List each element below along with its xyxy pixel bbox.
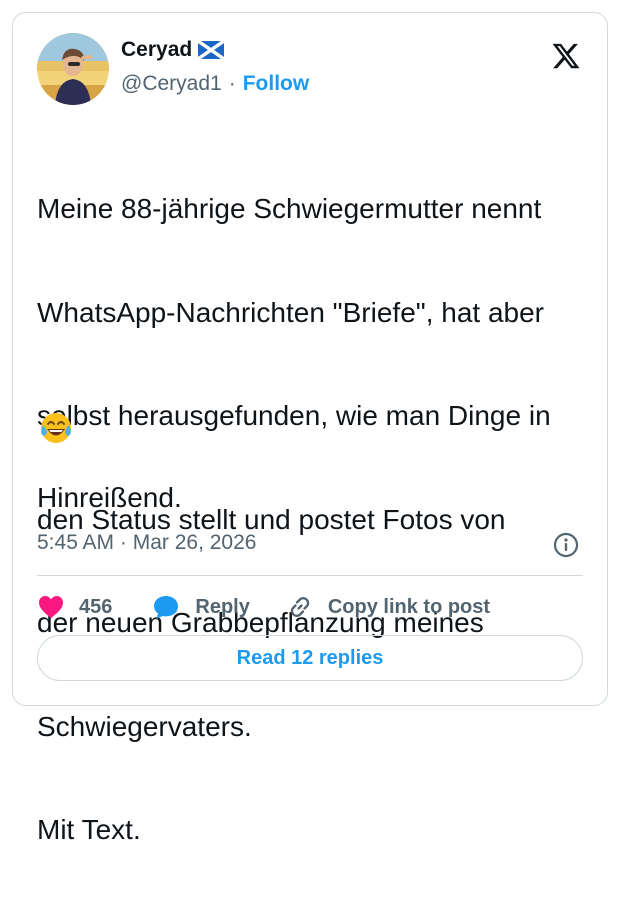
reply-label: Reply [195, 595, 250, 618]
speech-bubble-icon [152, 594, 180, 620]
heart-icon [37, 594, 65, 620]
avatar-image [37, 33, 109, 105]
author-name-row: Ceryad [121, 37, 226, 63]
divider [37, 575, 583, 576]
action-bar: 456 Reply Copy link to post [37, 590, 490, 624]
avatar[interactable] [37, 33, 109, 105]
author-handle-row: @Ceryad1 · Follow [121, 71, 309, 97]
reply-button[interactable]: Reply [152, 594, 250, 620]
x-logo-icon[interactable] [551, 41, 581, 71]
tweet-card: Ceryad @Ceryad1 · Follow Meine 88-jährig… [12, 12, 608, 845]
tweet-text-line: Schwiegervaters. [37, 710, 252, 742]
tweet-text-line: Mit Text. [37, 814, 141, 845]
tweet-text-line: Meine 88-jährige Schwiegermutter nennt [37, 193, 542, 224]
display-name[interactable]: Ceryad [121, 38, 192, 62]
separator-dot: · [228, 72, 236, 95]
tears-of-joy-emoji-icon [39, 411, 73, 445]
tweet-text-line: selbst herausgefunden, wie man Dinge in [37, 400, 551, 431]
link-icon [286, 593, 314, 621]
like-button[interactable]: 456 [37, 594, 112, 620]
tweet-timestamp[interactable]: 5:45 AM · Mar 26, 2026 [37, 531, 256, 555]
info-icon[interactable] [553, 532, 579, 558]
author-handle[interactable]: @Ceryad1 [121, 72, 222, 96]
follow-button[interactable]: Follow [243, 72, 310, 96]
tweet-text: Meine 88-jährige Schwiegermutter nennt W… [37, 123, 589, 917]
tweet-text-line: WhatsApp-Nachrichten "Briefe", hat aber [37, 296, 545, 328]
copy-link-button[interactable]: Copy link to post [286, 593, 490, 621]
scotland-flag-icon [197, 39, 226, 61]
tweet-final-line: Hinreißend. [37, 482, 182, 513]
like-count: 456 [79, 595, 113, 618]
copy-link-label: Copy link to post [327, 595, 491, 618]
read-replies-button[interactable]: Read 12 replies [37, 635, 583, 681]
